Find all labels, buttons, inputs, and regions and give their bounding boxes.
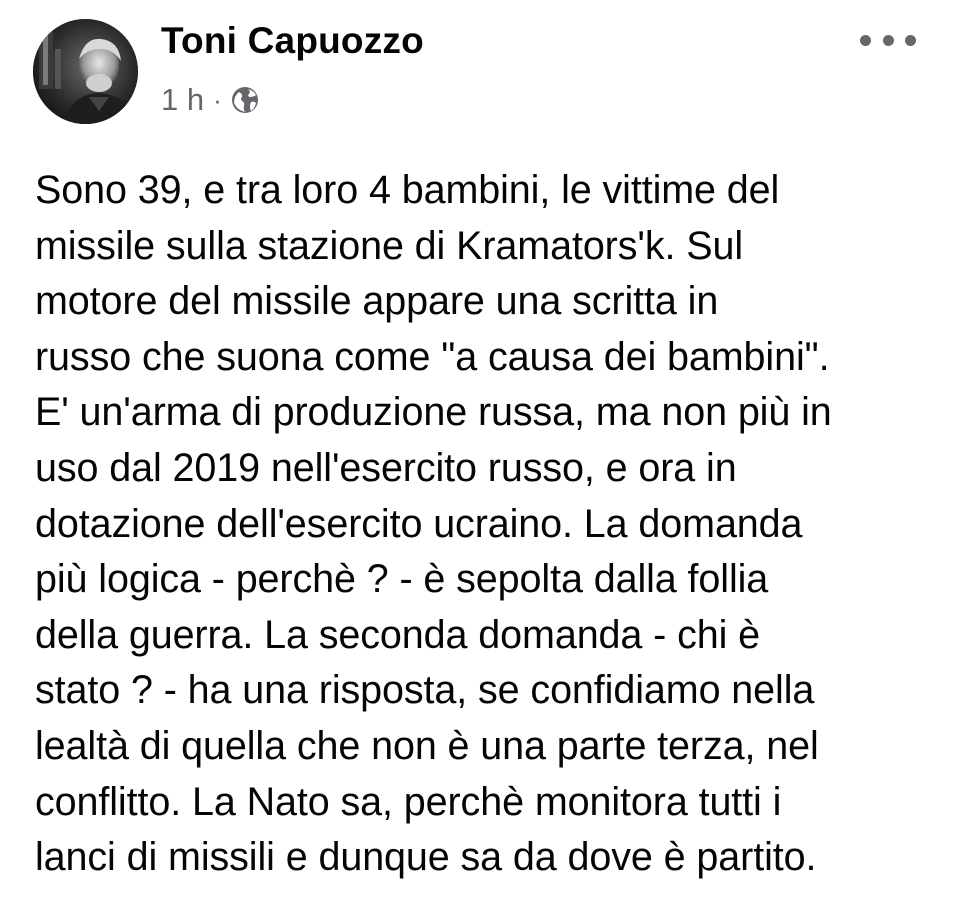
author-name[interactable]: Toni Capuozzo xyxy=(161,20,424,62)
facebook-post: Toni Capuozzo 1 h · Sono 39, e tra loro … xyxy=(0,0,960,906)
globe-icon[interactable] xyxy=(230,85,260,115)
more-options-icon-dot xyxy=(905,34,916,46)
author-avatar[interactable] xyxy=(33,19,138,124)
more-options-icon-dot xyxy=(882,34,894,46)
more-options-icon xyxy=(860,34,871,46)
more-options-button[interactable] xyxy=(860,26,916,54)
meta-separator: · xyxy=(213,84,222,115)
post-timestamp[interactable]: 1 h xyxy=(161,82,204,118)
avatar-photo xyxy=(33,19,138,124)
post-body-text: Sono 39, e tra loro 4 bambini, le vittim… xyxy=(35,168,832,880)
post-meta: 1 h · xyxy=(161,80,260,120)
